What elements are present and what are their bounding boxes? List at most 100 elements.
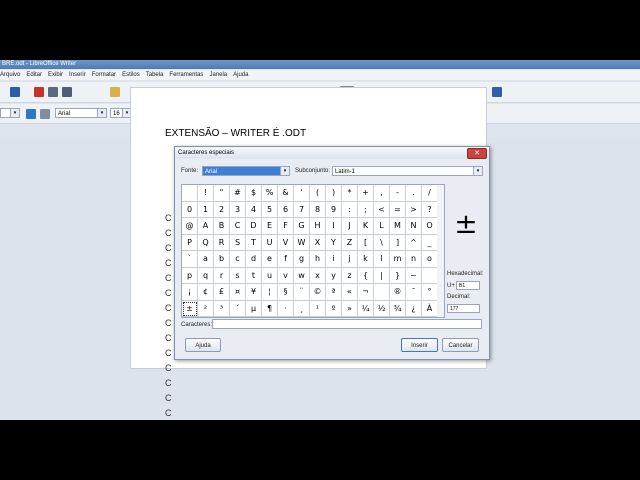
character-cell[interactable]: \ <box>374 234 390 251</box>
character-cell[interactable]: ¯ <box>406 284 422 301</box>
character-cell[interactable]: F <box>278 218 294 235</box>
character-cell[interactable]: © <box>310 284 326 301</box>
character-cell[interactable]: I <box>326 218 342 235</box>
character-cell[interactable]: 2 <box>214 201 230 218</box>
character-cell[interactable]: f <box>278 251 294 268</box>
character-cell[interactable]: | <box>374 267 390 284</box>
menu-item[interactable]: Janela <box>209 72 227 78</box>
character-cell[interactable]: E <box>262 218 278 235</box>
character-cell[interactable]: { <box>358 267 374 284</box>
character-cell[interactable]: i <box>326 251 342 268</box>
character-cell[interactable]: o <box>422 251 438 268</box>
character-cell[interactable]: s <box>230 267 246 284</box>
character-cell[interactable]: _ <box>422 234 438 251</box>
character-cell[interactable]: ¬ <box>358 284 374 301</box>
character-cell[interactable]: / <box>422 185 438 202</box>
character-cell[interactable]: q <box>198 267 214 284</box>
character-cell[interactable]: § <box>278 284 294 301</box>
character-cell[interactable]: p <box>182 267 198 284</box>
insert-button[interactable]: Inserir <box>401 338 438 352</box>
character-cell[interactable]: º <box>326 300 342 317</box>
character-cell[interactable]: } <box>390 267 406 284</box>
font-select[interactable]: Arial ▾ <box>202 166 290 176</box>
character-cell[interactable]: ¥ <box>246 284 262 301</box>
character-cell[interactable]: µ <box>246 300 262 317</box>
export-pdf-icon[interactable] <box>34 87 44 97</box>
menu-item[interactable]: Ajuda <box>233 72 248 78</box>
character-cell[interactable]: A <box>198 218 214 235</box>
character-cell[interactable]: ? <box>422 201 438 218</box>
character-cell[interactable]: V <box>278 234 294 251</box>
character-cell[interactable]: 5 <box>262 201 278 218</box>
character-cell[interactable]: a <box>198 251 214 268</box>
character-cell[interactable]: G <box>294 218 310 235</box>
character-cell[interactable]: * <box>342 185 358 202</box>
character-cell[interactable]: ¨ <box>294 284 310 301</box>
character-cell[interactable]: ² <box>198 300 214 317</box>
character-cell[interactable]: & <box>278 185 294 202</box>
menu-item[interactable]: Tabela <box>146 72 164 78</box>
character-cell[interactable]: t <box>246 267 262 284</box>
character-grid-scrollbar[interactable] <box>437 184 445 318</box>
character-cell[interactable]: H <box>310 218 326 235</box>
character-cell[interactable]: ª <box>326 284 342 301</box>
character-cell[interactable] <box>422 267 438 284</box>
print-preview-icon[interactable] <box>62 87 72 97</box>
character-cell[interactable]: ¦ <box>262 284 278 301</box>
close-icon[interactable]: ✕ <box>467 148 487 159</box>
character-cell[interactable]: ; <box>358 201 374 218</box>
character-cell[interactable]: = <box>390 201 406 218</box>
hex-input[interactable]: B1 <box>456 281 480 290</box>
character-cell[interactable]: £ <box>214 284 230 301</box>
character-cell[interactable]: ¶ <box>262 300 278 317</box>
character-cell[interactable]: x <box>310 267 326 284</box>
decimal-input[interactable]: 177 <box>447 304 480 313</box>
character-cell[interactable]: k <box>358 251 374 268</box>
character-cell[interactable]: T <box>246 234 262 251</box>
character-cell[interactable]: e <box>262 251 278 268</box>
character-cell[interactable]: R <box>214 234 230 251</box>
character-cell[interactable]: ® <box>390 284 406 301</box>
update-style-icon[interactable] <box>26 109 36 119</box>
menu-item[interactable]: Arquivo <box>0 72 20 78</box>
character-cell[interactable]: ~ <box>406 267 422 284</box>
character-cell[interactable]: ¤ <box>230 284 246 301</box>
character-cell[interactable]: À <box>422 300 438 317</box>
character-cell[interactable]: y <box>326 267 342 284</box>
character-cell[interactable]: ¾ <box>390 300 406 317</box>
character-cell[interactable]: d <box>246 251 262 268</box>
character-cell[interactable]: ± <box>182 300 198 317</box>
character-cell[interactable]: 3 <box>230 201 246 218</box>
character-cell[interactable]: P <box>182 234 198 251</box>
subset-select[interactable]: Latim-1 ▾ <box>332 166 483 176</box>
character-cell[interactable]: - <box>390 185 406 202</box>
character-cell[interactable]: L <box>374 218 390 235</box>
character-cell[interactable]: ³ <box>214 300 230 317</box>
character-cell[interactable]: J <box>342 218 358 235</box>
character-cell[interactable]: N <box>406 218 422 235</box>
character-cell[interactable] <box>374 284 390 301</box>
character-cell[interactable]: » <box>342 300 358 317</box>
font-size-select[interactable]: 16 ▾ <box>110 108 132 118</box>
character-cell[interactable]: m <box>390 251 406 268</box>
font-name-select[interactable]: Arial ▾ <box>55 108 107 118</box>
character-cell[interactable]: w <box>294 267 310 284</box>
character-cell[interactable]: K <box>358 218 374 235</box>
character-cell[interactable]: ! <box>198 185 214 202</box>
character-cell[interactable]: l <box>374 251 390 268</box>
character-cell[interactable]: M <box>390 218 406 235</box>
character-cell[interactable]: ½ <box>374 300 390 317</box>
character-cell[interactable]: % <box>262 185 278 202</box>
menu-item[interactable]: Estilos <box>122 72 140 78</box>
paragraph-style-select[interactable]: ▾ <box>0 108 20 118</box>
help-button[interactable]: Ajuda <box>185 338 221 352</box>
character-cell[interactable]: , <box>374 185 390 202</box>
character-cell[interactable] <box>182 185 198 202</box>
character-cell[interactable]: O <box>422 218 438 235</box>
character-cell[interactable]: [ <box>358 234 374 251</box>
character-cell[interactable]: S <box>230 234 246 251</box>
character-cell[interactable]: 0 <box>182 201 198 218</box>
character-cell[interactable]: . <box>406 185 422 202</box>
character-cell[interactable]: + <box>358 185 374 202</box>
draw-functions-icon[interactable] <box>492 87 502 97</box>
